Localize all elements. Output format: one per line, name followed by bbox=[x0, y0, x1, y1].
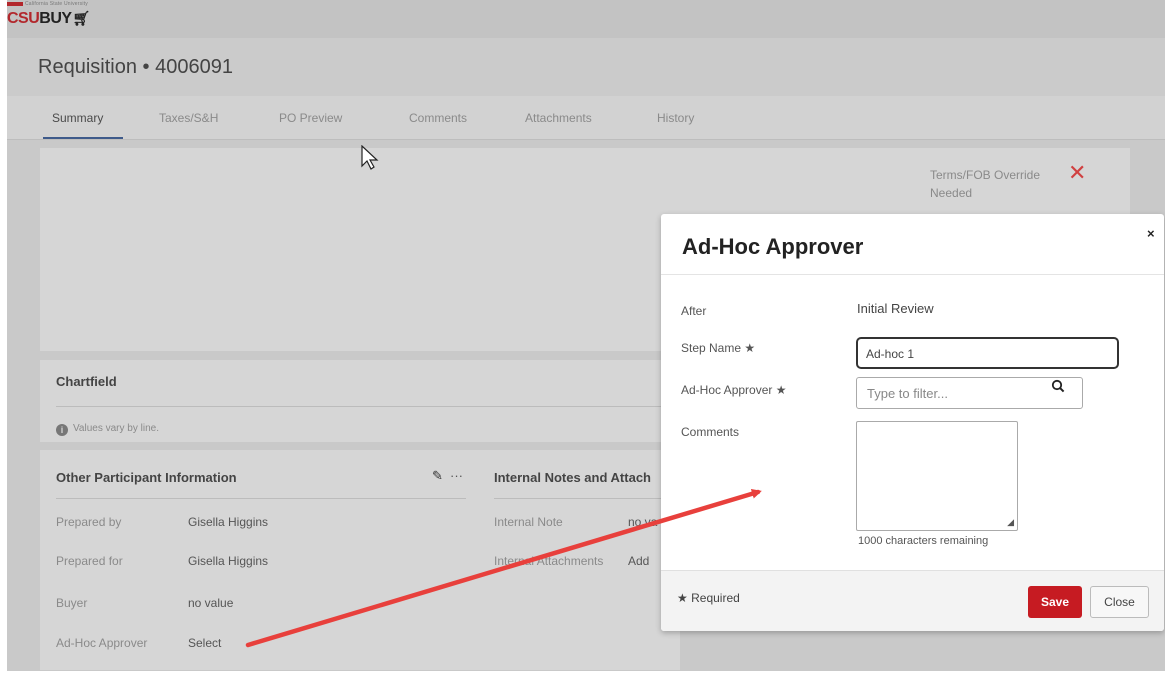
terms-line-2: Needed bbox=[930, 186, 973, 200]
logo-csu: CSU bbox=[7, 10, 40, 27]
internal-notes-title: Internal Notes and Attach bbox=[494, 470, 651, 485]
buyer-value: no value bbox=[188, 596, 234, 610]
terms-line-1: Terms/FOB Override bbox=[930, 168, 1041, 182]
tab-taxes-sh[interactable]: Taxes/S&H bbox=[159, 111, 218, 125]
tab-po-preview[interactable]: PO Preview bbox=[279, 111, 342, 125]
tab-attachments[interactable]: Attachments bbox=[525, 111, 592, 125]
internal-attachments-label: Internal Attachments bbox=[494, 554, 604, 568]
prepared-for-label: Prepared for bbox=[56, 554, 123, 568]
step-name-input[interactable]: Ad-hoc 1 bbox=[856, 337, 1119, 369]
prepared-for-value: Gisella Higgins bbox=[188, 554, 269, 568]
top-bar: California State University CSUBUY🛒︎ bbox=[7, 0, 1165, 38]
pencil-icon[interactable]: ✎ bbox=[432, 468, 443, 484]
chartfield-divider bbox=[56, 406, 666, 407]
save-button[interactable]: Save bbox=[1028, 586, 1082, 618]
approver-label-text: Ad-Hoc Approver bbox=[681, 383, 773, 397]
chartfield-section: Chartfield i Values vary by line. bbox=[40, 360, 680, 442]
required-star-icon: ★ bbox=[677, 591, 688, 605]
participants-divider bbox=[56, 498, 466, 499]
participants-title: Other Participant Information bbox=[56, 470, 237, 485]
cart-icon: 🛒︎ bbox=[72, 10, 91, 26]
approver-filter-input[interactable]: Type to filter... bbox=[856, 377, 1083, 409]
ad-hoc-approver-modal: Ad-Hoc Approver × After Initial Review S… bbox=[661, 214, 1164, 631]
internal-note-value: no va bbox=[628, 515, 658, 529]
required-note-text: Required bbox=[691, 591, 740, 605]
modal-header-divider bbox=[661, 274, 1164, 275]
ad-hoc-approver-select-link[interactable]: Select bbox=[188, 636, 221, 650]
tab-comments[interactable]: Comments bbox=[409, 111, 467, 125]
after-value: Initial Review bbox=[857, 301, 934, 316]
chartfield-title: Chartfield bbox=[56, 374, 117, 389]
mouse-cursor-icon bbox=[361, 145, 379, 170]
internal-note-label: Internal Note bbox=[494, 515, 563, 529]
terms-fob-override: Terms/FOB Override Needed bbox=[930, 166, 1070, 202]
csubuy-logo[interactable]: CSUBUY🛒︎ bbox=[7, 10, 90, 28]
logo-tagline: California State University bbox=[25, 1, 88, 7]
requisition-number: 4006091 bbox=[155, 56, 233, 78]
step-name-label-text: Step Name bbox=[681, 341, 742, 355]
modal-title: Ad-Hoc Approver bbox=[682, 234, 864, 259]
tab-bar: Summary Taxes/S&H PO Preview Comments At… bbox=[7, 96, 1165, 140]
required-star-icon: ★ bbox=[775, 383, 787, 397]
page-header: Requisition • 4006091 bbox=[7, 38, 1165, 96]
step-name-label: Step Name ★ bbox=[681, 341, 755, 355]
chars-remaining: 1000 characters remaining bbox=[858, 535, 989, 547]
search-icon[interactable] bbox=[1051, 379, 1065, 393]
prepared-by-label: Prepared by bbox=[56, 515, 122, 529]
logo-buy: BUY bbox=[39, 10, 72, 27]
x-icon: ✕ bbox=[1068, 160, 1087, 185]
title-separator: • bbox=[142, 56, 150, 78]
tab-history[interactable]: History bbox=[657, 111, 694, 125]
internal-attachments-add-link[interactable]: Add bbox=[628, 554, 649, 568]
close-icon[interactable]: × bbox=[1147, 226, 1155, 241]
page-title: Requisition • 4006091 bbox=[38, 56, 233, 79]
required-star-icon: ★ bbox=[744, 341, 756, 355]
comments-label: Comments bbox=[681, 425, 740, 439]
prepared-by-value: Gisella Higgins bbox=[188, 515, 269, 529]
internal-notes-divider bbox=[494, 498, 680, 499]
after-label: After bbox=[681, 304, 707, 318]
tab-summary[interactable]: Summary bbox=[52, 111, 103, 125]
buyer-label: Buyer bbox=[56, 596, 88, 610]
resize-handle-icon[interactable]: ◢ bbox=[1007, 517, 1014, 528]
more-options-icon[interactable]: ··· bbox=[450, 468, 463, 483]
required-note: ★ Required bbox=[677, 591, 740, 605]
requisition-label: Requisition bbox=[38, 56, 137, 78]
info-icon: i bbox=[56, 424, 68, 436]
active-tab-indicator bbox=[43, 137, 123, 139]
participants-section: Other Participant Information ✎ ··· Prep… bbox=[40, 450, 680, 670]
comments-textarea[interactable]: ◢ bbox=[856, 421, 1018, 531]
ad-hoc-approver-label: Ad-Hoc Approver bbox=[56, 636, 148, 650]
logo-strip bbox=[7, 2, 23, 6]
modal-footer: ★ Required Save Close bbox=[661, 570, 1164, 631]
close-button[interactable]: Close bbox=[1090, 586, 1149, 618]
chartfield-note: Values vary by line. bbox=[73, 423, 159, 434]
approver-label: Ad-Hoc Approver ★ bbox=[681, 383, 787, 397]
